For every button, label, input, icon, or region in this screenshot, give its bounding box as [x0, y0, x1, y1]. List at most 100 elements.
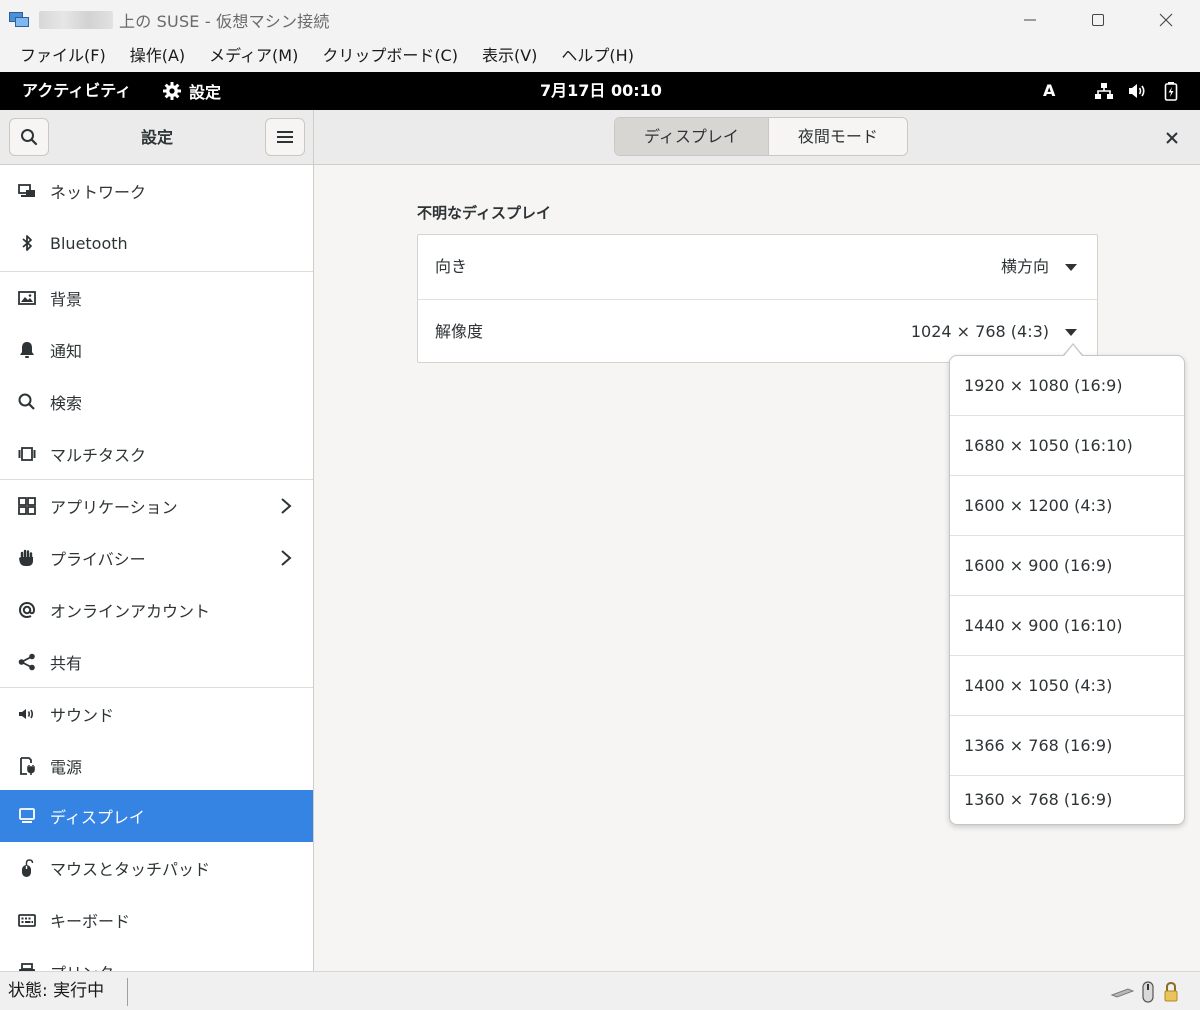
background-icon [17, 288, 37, 308]
close-window-button[interactable] [1132, 0, 1200, 40]
clock[interactable]: 7月17日 00:10 [540, 72, 662, 110]
multitasking-icon [17, 444, 37, 464]
sidebar-item-background[interactable]: 背景 [0, 272, 313, 324]
sidebar-item-label: 電源 [50, 758, 83, 777]
resolution-option[interactable]: 1920 × 1080 (16:9) [950, 356, 1184, 416]
sidebar-item-mouse-touchpad[interactable]: マウスとタッチパッド [0, 842, 313, 894]
sidebar-item-network[interactable]: ネットワーク [0, 165, 313, 217]
bell-icon [17, 340, 37, 360]
sidebar-title: 設定 [140, 128, 173, 147]
network-icon [17, 181, 37, 201]
bluetooth-icon [17, 233, 37, 253]
sidebar-item-sharing[interactable]: 共有 [0, 636, 313, 688]
sidebar-item-printers[interactable]: プリンター [0, 946, 313, 971]
mouse-icon [17, 858, 37, 878]
tab-display[interactable]: ディスプレイ [615, 118, 768, 155]
status-divider [127, 978, 128, 1006]
orientation-row[interactable]: 向き 横方向 [418, 235, 1097, 299]
hamburger-menu-icon [277, 131, 293, 143]
apps-grid-icon [17, 496, 37, 516]
close-settings-button[interactable] [1162, 128, 1182, 148]
sidebar-item-label: アプリケーション [50, 498, 178, 517]
sidebar-item-label: サウンド [50, 706, 115, 725]
popover-arrow-fill [1064, 345, 1082, 356]
sidebar-item-bluetooth[interactable]: Bluetooth [0, 217, 313, 269]
sidebar-item-keyboard[interactable]: キーボード [0, 894, 313, 946]
network-wired-icon[interactable] [1094, 81, 1114, 101]
resolution-option[interactable]: 1600 × 1200 (4:3) [950, 476, 1184, 536]
resolution-option[interactable]: 1400 × 1050 (4:3) [950, 656, 1184, 716]
menu-file[interactable]: ファイル(F) [8, 40, 118, 72]
resolution-option[interactable]: 1366 × 768 (16:9) [950, 716, 1184, 776]
app-menu-label: 設定 [189, 83, 222, 102]
speaker-icon [17, 704, 37, 724]
close-icon [1159, 13, 1173, 27]
resolution-option[interactable]: 1600 × 900 (16:9) [950, 536, 1184, 596]
status-text: 状態: 実行中 [8, 981, 105, 1001]
resolution-row[interactable]: 解像度 1024 × 768 (4:3) [418, 299, 1097, 363]
resolution-option[interactable]: 1440 × 900 (16:10) [950, 596, 1184, 656]
resolution-label: 解像度 [435, 322, 484, 341]
keyboard-icon [17, 910, 37, 930]
menu-clipboard[interactable]: クリップボード(C) [310, 40, 470, 72]
mouse-status-icon [1142, 981, 1154, 1003]
hand-icon [17, 548, 37, 568]
app-menu[interactable]: 設定 [162, 72, 221, 110]
maximize-icon [1092, 14, 1104, 26]
display-icon [17, 806, 37, 826]
sidebar-item-applications[interactable]: アプリケーション [0, 480, 313, 532]
sidebar-item-display[interactable]: ディスプレイ [0, 790, 313, 842]
search-icon [17, 392, 37, 412]
dropdown-arrow-icon [1065, 329, 1077, 336]
resolution-option[interactable]: 1360 × 768 (16:9) [950, 776, 1184, 824]
sidebar-item-sound[interactable]: サウンド [0, 688, 313, 740]
search-icon [21, 129, 38, 146]
menu-view[interactable]: 表示(V) [470, 40, 549, 72]
activities-button[interactable]: アクティビティ [22, 72, 131, 110]
sidebar-item-label: 共有 [50, 654, 83, 673]
view-switcher: ディスプレイ 夜間モード [614, 117, 908, 156]
menu-bar: ファイル(F) 操作(A) メディア(M) クリップボード(C) 表示(V) ヘ… [0, 40, 1200, 72]
printer-icon [17, 962, 37, 971]
sidebar-item-label: 通知 [50, 342, 83, 361]
sidebar-item-label: プリンター [50, 960, 130, 971]
settings-sidebar: ネットワーク Bluetooth 背景 通知 検索 マルチタスク アプリケーショ… [0, 165, 314, 971]
battery-charging-icon[interactable] [1161, 81, 1181, 101]
sidebar-header: 設定 [0, 110, 314, 165]
at-sign-icon [17, 600, 37, 620]
sidebar-item-label: マウスとタッチパッド [50, 860, 211, 879]
sidebar-item-power[interactable]: 電源 [0, 740, 313, 792]
main-menu-button[interactable] [265, 118, 305, 156]
tab-night-light[interactable]: 夜間モード [767, 118, 907, 155]
vm-status-bar: 状態: 実行中 [0, 971, 1200, 1010]
menu-help[interactable]: ヘルプ(H) [549, 40, 646, 72]
input-method-indicator[interactable]: A [1043, 72, 1055, 110]
minimize-button[interactable] [996, 0, 1064, 40]
menu-media[interactable]: メディア(M) [197, 40, 310, 72]
sidebar-item-online-accounts[interactable]: オンラインアカウント [0, 584, 313, 636]
sidebar-item-privacy[interactable]: プライバシー [0, 532, 313, 584]
search-button[interactable] [9, 118, 49, 156]
maximize-button[interactable] [1064, 0, 1132, 40]
menu-action[interactable]: 操作(A) [118, 40, 197, 72]
vm-connection-app-icon [9, 11, 31, 29]
window-title: 上の SUSE - 仮想マシン接続 [119, 12, 330, 31]
orientation-label: 向き [435, 257, 468, 276]
sidebar-item-multitasking[interactable]: マルチタスク [0, 428, 313, 480]
display-settings-list: 向き 横方向 解像度 1024 × 768 (4:3) [417, 234, 1098, 363]
orientation-value: 横方向 [1000, 257, 1049, 276]
sidebar-item-label: 背景 [50, 290, 83, 309]
sidebar-item-notifications[interactable]: 通知 [0, 324, 313, 376]
sidebar-item-label: オンラインアカウント [50, 602, 211, 621]
window-title-bar: 上の SUSE - 仮想マシン接続 [0, 0, 1200, 40]
sidebar-item-label: マルチタスク [50, 446, 147, 465]
gear-icon [163, 82, 181, 100]
power-icon [17, 756, 37, 776]
resolution-option[interactable]: 1680 × 1050 (16:10) [950, 416, 1184, 476]
sidebar-item-search[interactable]: 検索 [0, 376, 313, 428]
gnome-top-bar: アクティビティ 設定 7月17日 00:10 A [0, 72, 1200, 110]
dropdown-arrow-icon [1065, 264, 1077, 271]
chevron-right-icon [281, 550, 292, 566]
volume-icon[interactable] [1127, 81, 1147, 101]
display-section-title: 不明なディスプレイ [417, 204, 551, 222]
